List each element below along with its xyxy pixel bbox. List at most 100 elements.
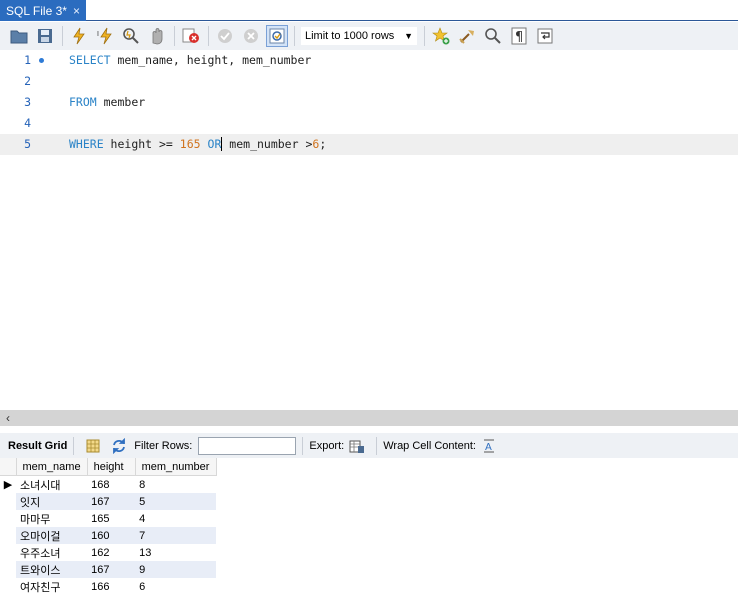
invisible-chars-icon[interactable]: ¶ <box>508 25 530 47</box>
export-icon[interactable] <box>348 437 366 455</box>
cell-height[interactable]: 167 <box>87 561 136 578</box>
grid-icon[interactable] <box>84 437 102 455</box>
cell-mem-name[interactable]: 마마무 <box>16 510 87 527</box>
line-number: 3 <box>24 95 31 109</box>
table-row[interactable]: 잇지 167 5 <box>0 493 217 510</box>
svg-text:A: A <box>485 442 492 453</box>
filter-rows-input[interactable] <box>198 436 297 455</box>
column-header-mem-name[interactable]: mem_name <box>16 458 88 476</box>
editor-line-2: 2 <box>0 71 738 92</box>
filter-rows-label: Filter Rows: <box>134 439 193 452</box>
cell-mem-number[interactable]: 7 <box>135 527 217 544</box>
code-text: FROM member <box>69 95 146 109</box>
table-row[interactable]: 여자친구 166 6 <box>0 578 216 595</box>
svg-text:¶: ¶ <box>515 30 523 45</box>
refresh-icon[interactable] <box>110 437 128 455</box>
toolbar-separator <box>62 26 63 46</box>
line-number: 5 <box>24 137 31 151</box>
result-grid-label[interactable]: Result Grid <box>8 440 67 452</box>
cell-height[interactable]: 166 <box>87 578 135 595</box>
scroll-left-icon[interactable]: ‹ <box>0 411 16 425</box>
add-snippet-icon[interactable] <box>430 25 452 47</box>
table-row[interactable]: ▶ 소녀시대 168 8 <box>0 476 216 494</box>
cell-mem-name[interactable]: 잇지 <box>16 493 88 510</box>
result-toolbar: Result Grid Filter Rows: Export: Wrap Ce… <box>0 433 738 458</box>
wrap-cell-label: Wrap Cell Content: <box>383 439 476 452</box>
toolbar-separator <box>208 26 209 46</box>
code-text: WHERE height >= 165 OR mem_number >6; <box>69 137 327 151</box>
limit-rows-label: Limit to 1000 rows <box>305 30 395 42</box>
cell-height[interactable]: 160 <box>87 527 136 544</box>
cell-mem-number[interactable]: 8 <box>135 476 216 494</box>
limit-rows-select[interactable]: Limit to 1000 rows ▼ <box>300 26 418 46</box>
find-icon[interactable] <box>482 25 504 47</box>
cell-height[interactable]: 168 <box>87 476 135 494</box>
cell-mem-name[interactable]: 소녀시대 <box>16 476 87 494</box>
cell-height[interactable]: 167 <box>87 493 136 510</box>
toolbar-separator <box>174 26 175 46</box>
table-row[interactable]: 트와이스 167 9 <box>0 561 217 578</box>
result-grid: mem_name height mem_number ▶ 소녀시대 168 8 … <box>0 458 217 595</box>
open-file-icon[interactable] <box>8 25 30 47</box>
toolbar-separator <box>294 26 295 46</box>
cell-mem-number[interactable]: 13 <box>135 544 216 561</box>
toolbar-separator <box>302 436 304 455</box>
line-number: 2 <box>24 74 31 88</box>
execute-icon[interactable] <box>68 25 90 47</box>
tab-sql-file[interactable]: SQL File 3* × <box>0 0 86 21</box>
column-header-height[interactable]: height <box>87 458 136 476</box>
toolbar-separator <box>424 26 425 46</box>
tab-strip: SQL File 3* × <box>0 0 738 21</box>
row-header[interactable] <box>0 544 16 561</box>
editor-line-4: 4 <box>0 113 738 134</box>
row-header[interactable] <box>0 527 16 544</box>
cell-mem-number[interactable]: 6 <box>135 578 216 595</box>
row-header[interactable] <box>0 561 16 578</box>
row-header-corner <box>0 458 17 476</box>
line-number: 1 <box>24 53 31 67</box>
wrap-cell-icon[interactable]: A <box>480 437 498 455</box>
autocommit-toggle-icon[interactable] <box>266 25 288 47</box>
code-text: SELECT mem_name, height, mem_number <box>69 53 312 67</box>
column-header-mem-number[interactable]: mem_number <box>135 458 217 476</box>
stop-icon[interactable] <box>146 25 168 47</box>
chevron-down-icon: ▼ <box>404 31 413 41</box>
cell-mem-name[interactable]: 오마이걸 <box>16 527 88 544</box>
cell-mem-name[interactable]: 트와이스 <box>16 561 88 578</box>
toggle-error-icon[interactable] <box>180 25 202 47</box>
header-row: mem_name height mem_number <box>0 458 217 476</box>
rollback-icon[interactable] <box>240 25 262 47</box>
editor-line-1: 1 SELECT mem_name, height, mem_number <box>0 50 738 71</box>
editor-line-3: 3 FROM member <box>0 92 738 113</box>
sql-editor[interactable]: 1 SELECT mem_name, height, mem_number 2 … <box>0 50 738 410</box>
cell-mem-number[interactable]: 5 <box>135 493 217 510</box>
cell-height[interactable]: 162 <box>87 544 135 561</box>
export-label: Export: <box>309 439 345 452</box>
save-icon[interactable] <box>34 25 56 47</box>
line-number: 4 <box>24 116 31 130</box>
beautify-icon[interactable] <box>456 25 478 47</box>
statement-marker-icon <box>39 58 44 63</box>
wrap-lines-icon[interactable] <box>534 25 556 47</box>
svg-text:I: I <box>97 31 99 38</box>
tab-title: SQL File 3* <box>6 3 67 18</box>
table-row[interactable]: 우주소녀 162 13 <box>0 544 216 561</box>
table-row[interactable]: 마마무 165 4 <box>0 510 216 527</box>
execute-current-icon[interactable]: I <box>94 25 116 47</box>
cell-mem-number[interactable]: 9 <box>135 561 217 578</box>
result-table: mem_name height mem_number ▶ 소녀시대 168 8 … <box>0 458 217 595</box>
close-icon[interactable]: × <box>73 4 80 18</box>
cell-height[interactable]: 165 <box>87 510 135 527</box>
commit-icon[interactable] <box>214 25 236 47</box>
row-header[interactable] <box>0 510 16 527</box>
explain-icon[interactable] <box>120 25 142 47</box>
editor-toolbar: I Limit to 1000 rows ▼ ¶ <box>0 22 738 50</box>
row-header[interactable] <box>0 578 16 595</box>
horizontal-scrollbar[interactable]: ‹ <box>0 410 738 426</box>
current-row-indicator-icon: ▶ <box>3 479 13 491</box>
cell-mem-name[interactable]: 우주소녀 <box>16 544 87 561</box>
cell-mem-number[interactable]: 4 <box>135 510 216 527</box>
cell-mem-name[interactable]: 여자친구 <box>16 578 87 595</box>
table-row[interactable]: 오마이걸 160 7 <box>0 527 217 544</box>
row-header[interactable] <box>0 493 16 510</box>
